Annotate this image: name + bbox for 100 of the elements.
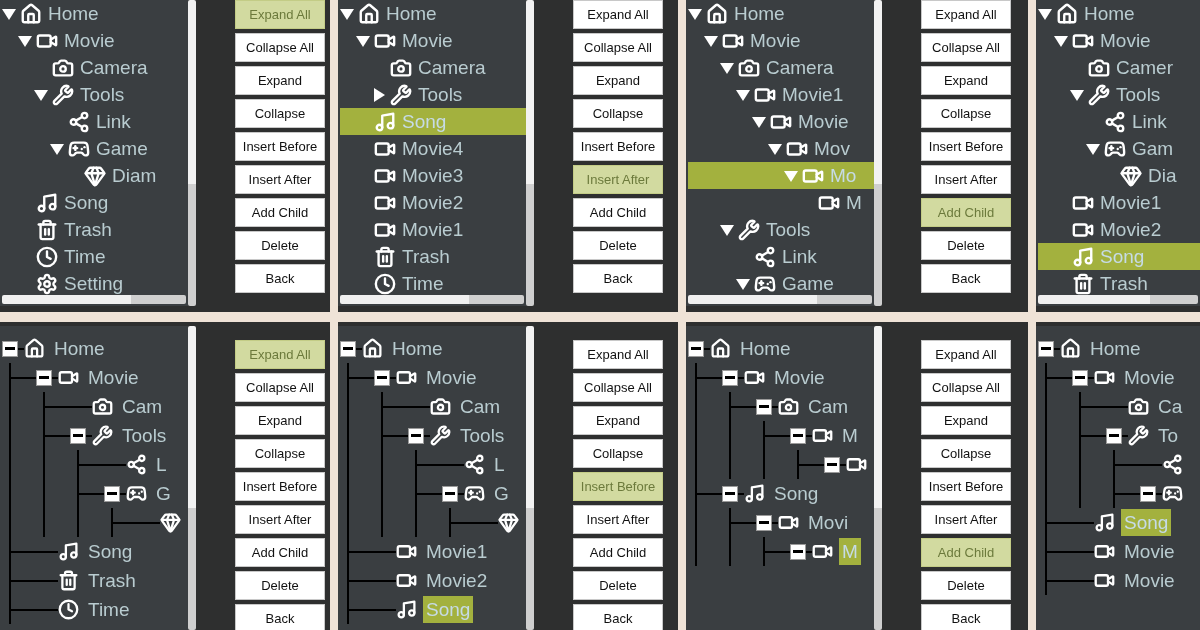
tree-row[interactable]: Movie xyxy=(688,108,874,135)
action-button[interactable]: Delete xyxy=(573,571,663,600)
action-button[interactable]: Collapse xyxy=(921,439,1011,468)
action-button[interactable]: Insert After xyxy=(235,165,325,194)
tree-item[interactable]: Movi xyxy=(805,509,852,536)
tree-row[interactable]: Movie2 xyxy=(340,189,526,216)
action-button[interactable]: Expand xyxy=(235,66,325,95)
action-button[interactable]: Collapse xyxy=(573,99,663,128)
collapse-toggle[interactable] xyxy=(722,485,738,502)
vertical-scrollbar[interactable] xyxy=(188,326,196,630)
collapse-toggle[interactable] xyxy=(408,427,424,444)
tree-item[interactable]: Movie xyxy=(771,364,828,391)
tree-row[interactable]: Trash xyxy=(2,216,188,243)
tree-row[interactable]: Dia xyxy=(1038,162,1200,189)
action-button[interactable]: Add Child xyxy=(573,198,663,227)
action-button[interactable]: Insert Before xyxy=(235,472,325,501)
tree-item[interactable]: Home xyxy=(737,335,794,362)
collapse-toggle[interactable] xyxy=(374,369,390,386)
expand-toggle[interactable] xyxy=(372,87,386,102)
tree-item[interactable]: Movie xyxy=(1121,567,1178,594)
tree-row[interactable]: Trash xyxy=(340,243,526,270)
action-button[interactable]: Insert After xyxy=(921,165,1011,194)
action-button[interactable]: Collapse xyxy=(235,99,325,128)
tree-item[interactable]: Ca xyxy=(1155,393,1186,420)
tree-item[interactable]: Tools xyxy=(457,422,508,449)
action-button[interactable]: Delete xyxy=(573,231,663,260)
tree-row[interactable]: Link xyxy=(2,108,188,135)
tree-row[interactable]: Movie2 xyxy=(1038,216,1200,243)
action-button[interactable]: Collapse All xyxy=(235,33,325,62)
expand-toggle[interactable] xyxy=(1070,87,1084,102)
collapse-toggle[interactable] xyxy=(756,398,772,415)
tree-item[interactable]: Home xyxy=(1087,335,1144,362)
action-button[interactable]: Insert Before xyxy=(573,132,663,161)
tree-row[interactable]: Tools xyxy=(2,81,188,108)
tree-row[interactable]: Trash xyxy=(1038,270,1200,295)
collapse-toggle[interactable] xyxy=(790,427,806,444)
expand-toggle[interactable] xyxy=(704,33,718,48)
tree-row[interactable]: Tools xyxy=(340,81,526,108)
collapse-toggle[interactable] xyxy=(1106,427,1122,444)
collapse-toggle[interactable] xyxy=(2,340,18,357)
horizontal-scrollbar[interactable] xyxy=(340,295,524,304)
expand-toggle[interactable] xyxy=(356,33,370,48)
collapse-toggle[interactable] xyxy=(70,427,86,444)
vertical-scrollbar[interactable] xyxy=(188,0,196,306)
tree-item[interactable]: Cam xyxy=(457,393,504,420)
tree-item[interactable]: Movie xyxy=(85,364,142,391)
horizontal-scrollbar[interactable] xyxy=(688,295,872,304)
tree-item[interactable]: Song xyxy=(85,538,136,565)
action-button[interactable]: Insert Before xyxy=(921,132,1011,161)
tree-item[interactable]: Cam xyxy=(119,393,166,420)
action-button[interactable]: Add Child xyxy=(921,538,1011,567)
action-button[interactable]: Collapse All xyxy=(235,373,325,402)
action-button[interactable]: Expand xyxy=(921,406,1011,435)
tree-row[interactable]: Game xyxy=(2,135,188,162)
tree-row[interactable]: Movie1 xyxy=(688,81,874,108)
tree-item[interactable]: To xyxy=(1155,422,1182,449)
expand-toggle[interactable] xyxy=(784,168,798,183)
action-button[interactable]: Expand All xyxy=(921,340,1011,369)
tree-item[interactable]: Song xyxy=(771,480,822,507)
tree-row[interactable]: Home xyxy=(340,0,526,27)
tree-row[interactable]: Movie xyxy=(2,27,188,54)
action-button[interactable]: Expand xyxy=(921,66,1011,95)
tree-row[interactable]: M xyxy=(688,189,874,216)
tree-row[interactable]: Setting xyxy=(2,270,188,295)
tree-item[interactable]: Tools xyxy=(119,422,170,449)
action-button[interactable]: Expand All xyxy=(921,0,1011,29)
action-button[interactable]: Delete xyxy=(235,231,325,260)
action-button[interactable]: Collapse All xyxy=(573,373,663,402)
tree-row[interactable]: Gam xyxy=(1038,135,1200,162)
action-button[interactable]: Expand xyxy=(573,66,663,95)
action-button[interactable]: Insert After xyxy=(235,505,325,534)
vertical-scrollbar[interactable] xyxy=(526,0,534,306)
action-button[interactable]: Collapse xyxy=(921,99,1011,128)
action-button[interactable]: Delete xyxy=(921,571,1011,600)
tree-item[interactable]: Movie xyxy=(1121,364,1178,391)
vertical-scrollbar[interactable] xyxy=(874,326,882,630)
tree-item[interactable]: Movie1 xyxy=(423,538,491,565)
expand-toggle[interactable] xyxy=(720,60,734,75)
tree-row[interactable]: Home xyxy=(688,0,874,27)
vertical-scrollbar[interactable] xyxy=(874,0,882,306)
horizontal-scrollbar[interactable] xyxy=(2,295,186,304)
tree-row[interactable]: Song xyxy=(2,189,188,216)
tree-item[interactable]: L xyxy=(153,451,170,478)
tree-row[interactable]: Mov xyxy=(688,135,874,162)
expand-toggle[interactable] xyxy=(1054,33,1068,48)
collapse-toggle[interactable] xyxy=(1140,485,1156,502)
vertical-scrollbar[interactable] xyxy=(526,326,534,630)
action-button[interactable]: Delete xyxy=(921,231,1011,260)
tree-row[interactable]: Camera xyxy=(2,54,188,81)
action-button[interactable]: Back xyxy=(921,604,1011,630)
action-button[interactable]: Add Child xyxy=(235,198,325,227)
action-button[interactable]: Back xyxy=(235,264,325,293)
collapse-toggle[interactable] xyxy=(104,485,120,502)
collapse-toggle[interactable] xyxy=(824,456,840,473)
action-button[interactable]: Insert Before xyxy=(921,472,1011,501)
tree-row[interactable]: Camera xyxy=(340,54,526,81)
collapse-toggle[interactable] xyxy=(722,369,738,386)
action-button[interactable]: Back xyxy=(921,264,1011,293)
tree-row[interactable]: Link xyxy=(688,243,874,270)
tree-item[interactable]: L xyxy=(491,451,508,478)
